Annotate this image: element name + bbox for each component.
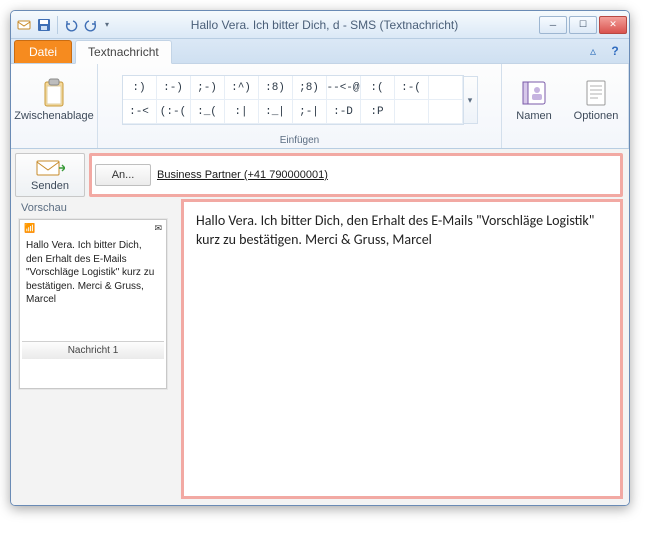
emoticon[interactable] (429, 76, 463, 100)
phone-preview: 📶 ✉ Hallo Vera. Ich bitter Dich, den Erh… (19, 219, 167, 389)
names-label: Namen (516, 110, 551, 122)
content-area: Senden An... Vorschau 📶 ✉ Hallo Vera. Ic… (11, 149, 629, 505)
ribbon-tabs: Datei Textnachricht ▵ ? (11, 39, 629, 63)
emoticon[interactable] (395, 100, 429, 124)
mail-indicator-icon: ✉ (154, 223, 162, 234)
emoticon[interactable]: :-D (327, 100, 361, 124)
address-book-icon (519, 78, 549, 108)
to-field[interactable] (155, 167, 617, 183)
preview-header: Vorschau (17, 199, 175, 217)
close-button[interactable]: ✕ (599, 16, 627, 34)
ribbon: Zwischenablage :) :-) ;-) :^) :8) ;8) --… (11, 63, 629, 149)
emoticon[interactable]: :_| (259, 100, 293, 124)
qat-customize-icon[interactable]: ▾ (102, 16, 112, 34)
signal-icon: 📶 (24, 223, 35, 234)
names-button[interactable]: Namen (506, 67, 562, 133)
emoticon[interactable]: --<-@ (327, 76, 361, 100)
options-icon (581, 78, 611, 108)
tab-textmessage[interactable]: Textnachricht (75, 40, 172, 64)
send-icon (35, 158, 65, 178)
window-title: Hallo Vera. Ich bitter Dich, d - SMS (Te… (112, 18, 537, 32)
app-icon[interactable] (15, 16, 33, 34)
emoticon[interactable]: ;-| (293, 100, 327, 124)
to-button[interactable]: An... (95, 164, 151, 186)
phone-statusbar: 📶 ✉ (22, 222, 164, 235)
phone-nav-label[interactable]: Nachricht 1 (22, 341, 164, 359)
options-button[interactable]: Optionen (568, 67, 624, 133)
minimize-button[interactable]: ─ (539, 16, 567, 34)
emoticon[interactable]: :-( (395, 76, 429, 100)
clipboard-icon (39, 78, 69, 108)
send-button[interactable]: Senden (15, 153, 85, 197)
emoticon[interactable]: :-) (157, 76, 191, 100)
emoticon-gallery: :) :-) ;-) :^) :8) ;8) --<-@ :( :-( :-< … (122, 75, 464, 125)
emoticon[interactable]: ;-) (191, 76, 225, 100)
undo-icon[interactable] (62, 16, 80, 34)
group-label-clipboard (15, 134, 93, 147)
to-row-highlight: An... (89, 153, 623, 197)
redo-icon[interactable] (82, 16, 100, 34)
emoticon[interactable]: :_( (191, 100, 225, 124)
group-label-options (506, 134, 624, 147)
titlebar: ▾ Hallo Vera. Ich bitter Dich, d - SMS (… (11, 11, 629, 39)
qat-separator (57, 16, 58, 34)
phone-message-text: Hallo Vera. Ich bitter Dich, den Erhalt … (22, 235, 164, 311)
options-label: Optionen (574, 110, 619, 122)
emoticon[interactable]: :P (361, 100, 395, 124)
group-label-insert: Einfügen (102, 134, 497, 147)
maximize-button[interactable]: ☐ (569, 16, 597, 34)
send-label: Senden (31, 180, 69, 192)
emoticon[interactable]: (:-( (157, 100, 191, 124)
emoticon[interactable]: ;8) (293, 76, 327, 100)
preview-pane: Vorschau 📶 ✉ Hallo Vera. Ich bitter Dich… (17, 199, 175, 499)
clipboard-label: Zwischenablage (14, 110, 94, 122)
emoticon-gallery-more[interactable]: ▾ (464, 76, 478, 124)
sms-compose-window: ▾ Hallo Vera. Ich bitter Dich, d - SMS (… (10, 10, 630, 506)
emoticon[interactable] (429, 100, 463, 124)
emoticon[interactable]: :-< (123, 100, 157, 124)
tab-file[interactable]: Datei (14, 40, 72, 63)
group-names: Namen Optionen (502, 64, 629, 148)
clipboard-button[interactable]: Zwischenablage (15, 67, 93, 133)
ribbon-minimize-icon[interactable]: ▵ (585, 43, 601, 59)
window-controls: ─ ☐ ✕ (537, 16, 627, 34)
lower-panes: Vorschau 📶 ✉ Hallo Vera. Ich bitter Dich… (11, 199, 629, 499)
emoticon[interactable]: :8) (259, 76, 293, 100)
quick-access-toolbar: ▾ (15, 16, 112, 34)
emoticon[interactable]: :( (361, 76, 395, 100)
group-insert: :) :-) ;-) :^) :8) ;8) --<-@ :( :-( :-< … (98, 64, 502, 148)
save-icon[interactable] (35, 16, 53, 34)
emoticon[interactable]: :^) (225, 76, 259, 100)
help-icon[interactable]: ? (607, 43, 623, 59)
header-row: Senden An... (11, 149, 629, 199)
group-clipboard: Zwischenablage (11, 64, 98, 148)
message-body[interactable]: Hallo Vera. Ich bitter Dich, den Erhalt … (181, 199, 623, 499)
emoticon[interactable]: :) (123, 76, 157, 100)
emoticon[interactable]: :| (225, 100, 259, 124)
